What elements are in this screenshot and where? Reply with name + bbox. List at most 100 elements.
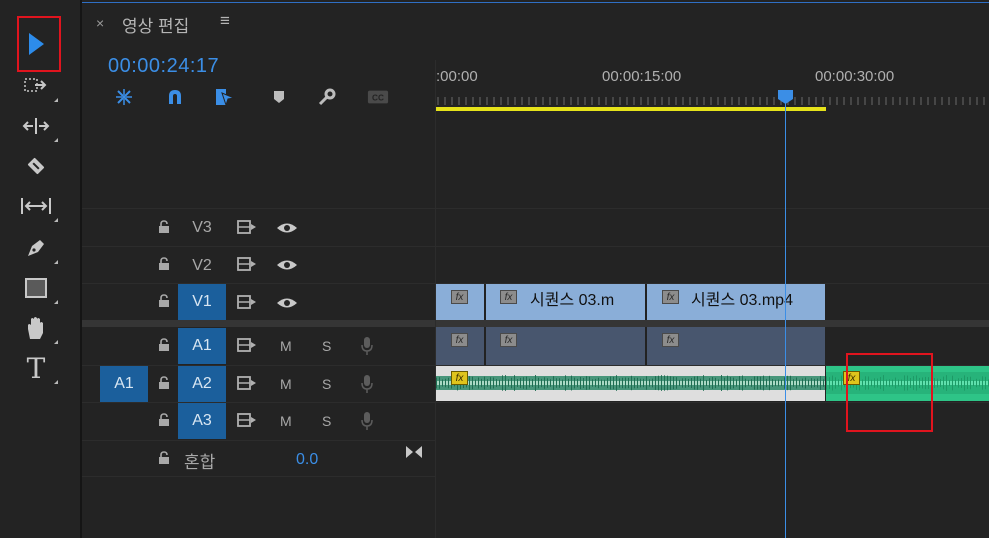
waveform-bar xyxy=(520,377,521,389)
audio-clip[interactable]: fx xyxy=(647,327,825,365)
fx-badge[interactable]: fx xyxy=(662,290,679,304)
lock-icon[interactable] xyxy=(157,257,171,271)
pen-icon[interactable] xyxy=(20,232,58,264)
waveform-bar xyxy=(985,376,986,390)
mix-track-label: 혼합 xyxy=(184,453,216,472)
waveform-bar xyxy=(544,377,545,389)
waveform-bar xyxy=(667,375,668,391)
fx-badge[interactable]: fx xyxy=(451,333,468,347)
eye-icon[interactable] xyxy=(276,221,298,235)
sync-lock-icon[interactable] xyxy=(237,220,257,234)
sync-lock-icon[interactable] xyxy=(237,338,257,352)
playhead-timecode[interactable]: 00:00:24:17 xyxy=(108,55,219,78)
track-select-forward-icon[interactable] xyxy=(20,70,58,102)
sync-lock-icon[interactable] xyxy=(237,295,257,309)
lock-icon[interactable] xyxy=(157,451,171,465)
video-clip[interactable]: fx 시퀀스 03.m xyxy=(486,284,645,320)
row-divider xyxy=(82,283,436,284)
microphone-icon[interactable] xyxy=(360,374,374,394)
go-to-end-icon[interactable] xyxy=(404,444,424,460)
panel-title[interactable]: 영상 편집 xyxy=(122,12,189,37)
lock-icon[interactable] xyxy=(157,338,171,352)
waveform-bar xyxy=(580,376,581,390)
audio-clip[interactable]: fx xyxy=(436,327,484,365)
mute-button[interactable]: M xyxy=(280,413,292,429)
track-v2-label[interactable]: V2 xyxy=(178,247,226,285)
slip-icon[interactable] xyxy=(20,190,58,222)
type-icon[interactable]: T xyxy=(20,352,58,385)
video-clip[interactable]: fx xyxy=(436,284,484,320)
ruler-label-30s: 00:00:30:00 xyxy=(815,68,895,85)
waveform-bar xyxy=(970,376,971,390)
fx-badge[interactable]: fx xyxy=(500,290,517,304)
track-v1-label[interactable]: V1 xyxy=(178,284,226,320)
track-a2-label[interactable]: A2 xyxy=(178,366,226,402)
hand-icon[interactable] xyxy=(20,312,58,344)
video-audio-divider[interactable] xyxy=(82,320,989,327)
microphone-icon[interactable] xyxy=(360,336,374,356)
waveform-bar xyxy=(979,379,980,387)
eye-icon[interactable] xyxy=(276,258,298,272)
audio-clip[interactable]: fx xyxy=(486,327,645,365)
eye-icon[interactable] xyxy=(276,296,298,310)
waveform-bar xyxy=(655,376,656,390)
rectangle-icon[interactable] xyxy=(20,272,58,304)
waveform-bar xyxy=(820,376,821,390)
close-tab-button[interactable]: × xyxy=(96,15,104,31)
waveform-bar xyxy=(694,376,695,390)
waveform-bar xyxy=(763,375,764,391)
solo-button[interactable]: S xyxy=(322,376,331,392)
mute-button[interactable]: M xyxy=(280,376,292,392)
track-a1-label[interactable]: A1 xyxy=(178,328,226,364)
fx-badge[interactable]: fx xyxy=(451,371,468,385)
fx-badge[interactable]: fx xyxy=(451,290,468,304)
solo-button[interactable]: S xyxy=(322,338,331,354)
waveform-bar xyxy=(481,378,482,388)
waveform-bar xyxy=(835,377,836,389)
mix-volume-value[interactable]: 0.0 xyxy=(296,451,318,469)
waveform-bar xyxy=(742,375,743,391)
add-marker-icon[interactable] xyxy=(268,86,290,108)
sync-lock-icon[interactable] xyxy=(237,413,257,427)
razor-icon[interactable] xyxy=(20,150,52,182)
waveform-bar xyxy=(637,377,638,389)
source-patch-a1[interactable]: A1 xyxy=(100,366,148,402)
lock-icon[interactable] xyxy=(157,294,171,308)
magnet-snap-icon[interactable] xyxy=(164,86,186,108)
sync-lock-icon[interactable] xyxy=(237,376,257,390)
ripple-edit-icon[interactable] xyxy=(20,110,58,142)
panel-menu-icon[interactable]: ≡ xyxy=(220,11,230,31)
lock-icon[interactable] xyxy=(157,220,171,234)
waveform-bar xyxy=(727,375,728,391)
fx-badge[interactable]: fx xyxy=(662,333,679,347)
waveform-bar xyxy=(514,375,515,391)
lock-icon[interactable] xyxy=(157,376,171,390)
ruler-label-15s: 00:00:15:00 xyxy=(602,68,682,85)
waveform-bar xyxy=(568,378,569,388)
microphone-icon[interactable] xyxy=(360,411,374,431)
audio-clip-selected[interactable]: fx xyxy=(436,366,825,401)
waveform-bar xyxy=(721,375,722,391)
waveform-bar xyxy=(754,376,755,390)
mute-button[interactable]: M xyxy=(280,338,292,354)
linked-selection-icon[interactable] xyxy=(214,86,236,108)
waveform-bar xyxy=(832,375,833,391)
waveform-bar xyxy=(703,375,704,391)
playhead-line[interactable] xyxy=(785,97,786,538)
nest-snap-icon[interactable] xyxy=(113,86,135,108)
track-a3-label[interactable]: A3 xyxy=(178,403,226,439)
fx-badge[interactable]: fx xyxy=(500,333,517,347)
waveform-bar xyxy=(553,376,554,390)
track-v3-label[interactable]: V3 xyxy=(178,209,226,247)
work-area-bar[interactable] xyxy=(436,107,826,111)
captions-icon[interactable]: CC xyxy=(367,86,389,108)
video-clip[interactable]: fx 시퀀스 03.mp4 xyxy=(647,284,825,320)
sync-lock-icon[interactable] xyxy=(237,257,257,271)
waveform-bar xyxy=(598,377,599,389)
playhead-handle[interactable] xyxy=(778,90,793,104)
lock-icon[interactable] xyxy=(157,413,171,427)
waveform-bar xyxy=(532,379,533,387)
settings-wrench-icon[interactable] xyxy=(316,86,338,108)
solo-button[interactable]: S xyxy=(322,413,331,429)
waveform-bar xyxy=(964,375,965,391)
